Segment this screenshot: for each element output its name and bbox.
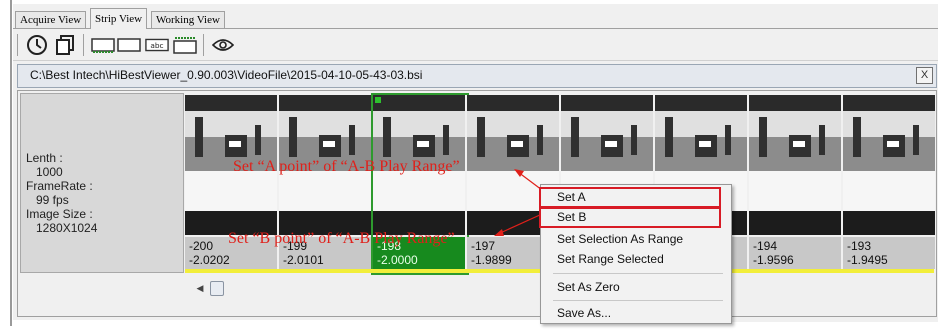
menu-item-set-as-zero[interactable]: Set As Zero — [541, 277, 731, 297]
annotation-arrows — [494, 169, 543, 236]
menu-item-label: Save As... — [557, 306, 612, 320]
menu-item-label: Set B — [557, 210, 587, 224]
menu-item-label: Set Range Selected — [557, 252, 664, 266]
menu-item-label: Set A — [557, 190, 586, 204]
arrow-b-head-icon — [494, 229, 504, 236]
menu-item-set-range-selected[interactable]: Set Range Selected — [541, 249, 731, 269]
context-menu: Set A Set B Set Selection As Range Set R… — [539, 184, 732, 324]
arrow-b-line — [497, 213, 543, 235]
menu-item-save-as[interactable]: Save As... — [541, 303, 731, 323]
menu-item-set-a[interactable]: Set A — [539, 187, 721, 208]
menu-item-set-b[interactable]: Set B — [539, 207, 721, 228]
menu-separator — [553, 300, 723, 301]
menu-item-set-selection-as-range[interactable]: Set Selection As Range — [541, 229, 731, 249]
menu-item-label: Set As Zero — [557, 280, 620, 294]
menu-item-label: Set Selection As Range — [557, 232, 684, 246]
menu-separator — [553, 273, 723, 274]
